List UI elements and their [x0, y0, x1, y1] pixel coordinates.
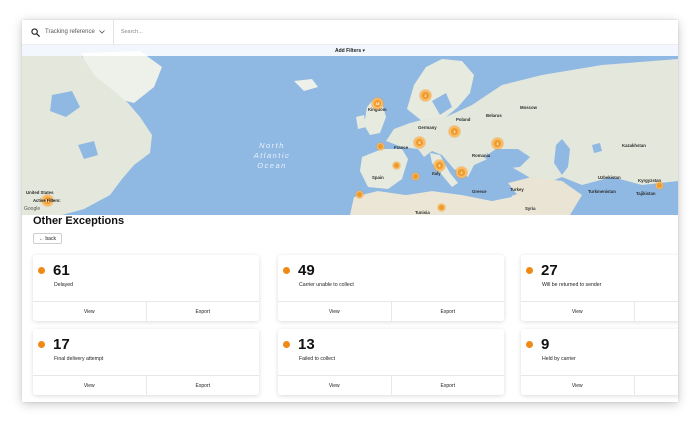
- exception-count: 49: [298, 262, 315, 279]
- map-cluster-marker[interactable]: [656, 182, 663, 189]
- active-filters-label: Active Filters:: [33, 198, 61, 203]
- search-type-label: Tracking reference: [45, 29, 95, 35]
- status-dot: [38, 341, 45, 348]
- chevron-down-icon: [99, 30, 105, 34]
- map-cluster-marker[interactable]: 18: [372, 98, 383, 109]
- map-cluster-marker[interactable]: [393, 162, 400, 169]
- card-actions: View: [521, 375, 678, 395]
- card-actions: View Export: [33, 375, 259, 395]
- search-icon: [31, 27, 40, 37]
- exception-card: 27 Will be returned to sender View: [521, 255, 678, 321]
- export-button[interactable]: Export: [390, 302, 505, 321]
- map-cluster-marker[interactable]: 2: [420, 90, 431, 101]
- view-button[interactable]: View: [521, 376, 634, 395]
- export-button[interactable]: [633, 376, 679, 395]
- export-button[interactable]: [633, 302, 679, 321]
- card-actions: View Export: [33, 301, 259, 321]
- filter-bar: Add Filters ▾: [22, 45, 678, 56]
- exception-label: Will be returned to sender: [542, 282, 602, 288]
- place-label: Belarus: [486, 113, 502, 118]
- place-label: Moscow: [520, 105, 537, 110]
- exception-label: Final delivery attempt: [54, 356, 104, 362]
- view-button[interactable]: View: [278, 376, 391, 395]
- search-input[interactable]: [120, 22, 521, 42]
- view-button[interactable]: View: [278, 302, 391, 321]
- search-bar: Tracking reference: [22, 20, 678, 45]
- exception-count: 13: [298, 336, 315, 353]
- map-cluster-marker[interactable]: 3: [434, 160, 445, 171]
- place-label: Spain: [372, 175, 384, 180]
- map-cluster-marker[interactable]: 3: [492, 138, 503, 149]
- exception-count: 61: [53, 262, 70, 279]
- map-cluster-marker[interactable]: 5: [414, 137, 425, 148]
- app-window: Tracking reference Search... Add Filters…: [22, 20, 678, 402]
- map-land: [22, 51, 678, 215]
- exception-card: 13 Failed to collect View Export: [278, 329, 504, 395]
- card-actions: View Export: [278, 301, 504, 321]
- place-label: Tunisia: [415, 210, 430, 215]
- ocean-label: North Atlantic Ocean: [253, 141, 291, 170]
- place-label: Romania: [472, 153, 491, 158]
- status-dot: [283, 341, 290, 348]
- place-label: Turkey: [510, 187, 524, 192]
- exception-card: 17 Final delivery attempt View Export: [33, 329, 259, 395]
- map-cluster-marker[interactable]: 4: [449, 126, 460, 137]
- view-button[interactable]: View: [33, 302, 146, 321]
- back-button[interactable]: ← back: [33, 233, 62, 244]
- exception-label: Failed to collect: [299, 356, 336, 362]
- search-type-dropdown[interactable]: Tracking reference: [22, 20, 114, 45]
- status-dot: [526, 341, 533, 348]
- map-cluster-marker[interactable]: [412, 173, 419, 180]
- add-filters-button[interactable]: Add Filters ▾: [335, 48, 365, 54]
- exception-card: 9 Held by carrier View: [521, 329, 678, 395]
- status-dot: [526, 267, 533, 274]
- place-label: Poland: [456, 117, 471, 122]
- exception-card: 61 Delayed View Export: [33, 255, 259, 321]
- exception-label: Carrier unable to collect: [299, 282, 354, 288]
- place-label: United States: [26, 190, 54, 195]
- export-button[interactable]: Export: [145, 302, 260, 321]
- place-label: Greece: [472, 189, 487, 194]
- exception-label: Delayed: [54, 282, 74, 288]
- place-label: Germany: [418, 125, 437, 130]
- map[interactable]: Add Filters ▾ North Atlantic Ocean Kingd…: [22, 45, 678, 215]
- map-cluster-marker[interactable]: 4: [456, 167, 467, 178]
- page-title: Other Exceptions: [33, 215, 125, 227]
- status-dot: [283, 267, 290, 274]
- exception-count: 27: [541, 262, 558, 279]
- map-cluster-marker[interactable]: [438, 204, 445, 211]
- place-label: Tajikistan: [636, 191, 656, 196]
- view-button[interactable]: View: [33, 376, 146, 395]
- place-label: Turkmenistan: [588, 189, 616, 194]
- place-label: Italy: [432, 171, 441, 176]
- place-label: Kazakhstan: [622, 143, 646, 148]
- map-attribution: Google: [24, 206, 41, 212]
- map-cluster-marker[interactable]: [356, 191, 363, 198]
- exception-card: 49 Carrier unable to collect View Export: [278, 255, 504, 321]
- map-cluster-marker[interactable]: [377, 143, 384, 150]
- exception-label: Held by carrier: [542, 356, 576, 362]
- view-button[interactable]: View: [521, 302, 634, 321]
- place-label: France: [394, 145, 409, 150]
- status-dot: [38, 267, 45, 274]
- exception-count: 9: [541, 336, 550, 353]
- export-button[interactable]: Export: [145, 376, 260, 395]
- export-button[interactable]: Export: [390, 376, 505, 395]
- card-actions: View: [521, 301, 678, 321]
- exception-count: 17: [53, 336, 70, 353]
- card-actions: View Export: [278, 375, 504, 395]
- place-label: Uzbekistan: [598, 175, 621, 180]
- place-label: Syria: [525, 206, 536, 211]
